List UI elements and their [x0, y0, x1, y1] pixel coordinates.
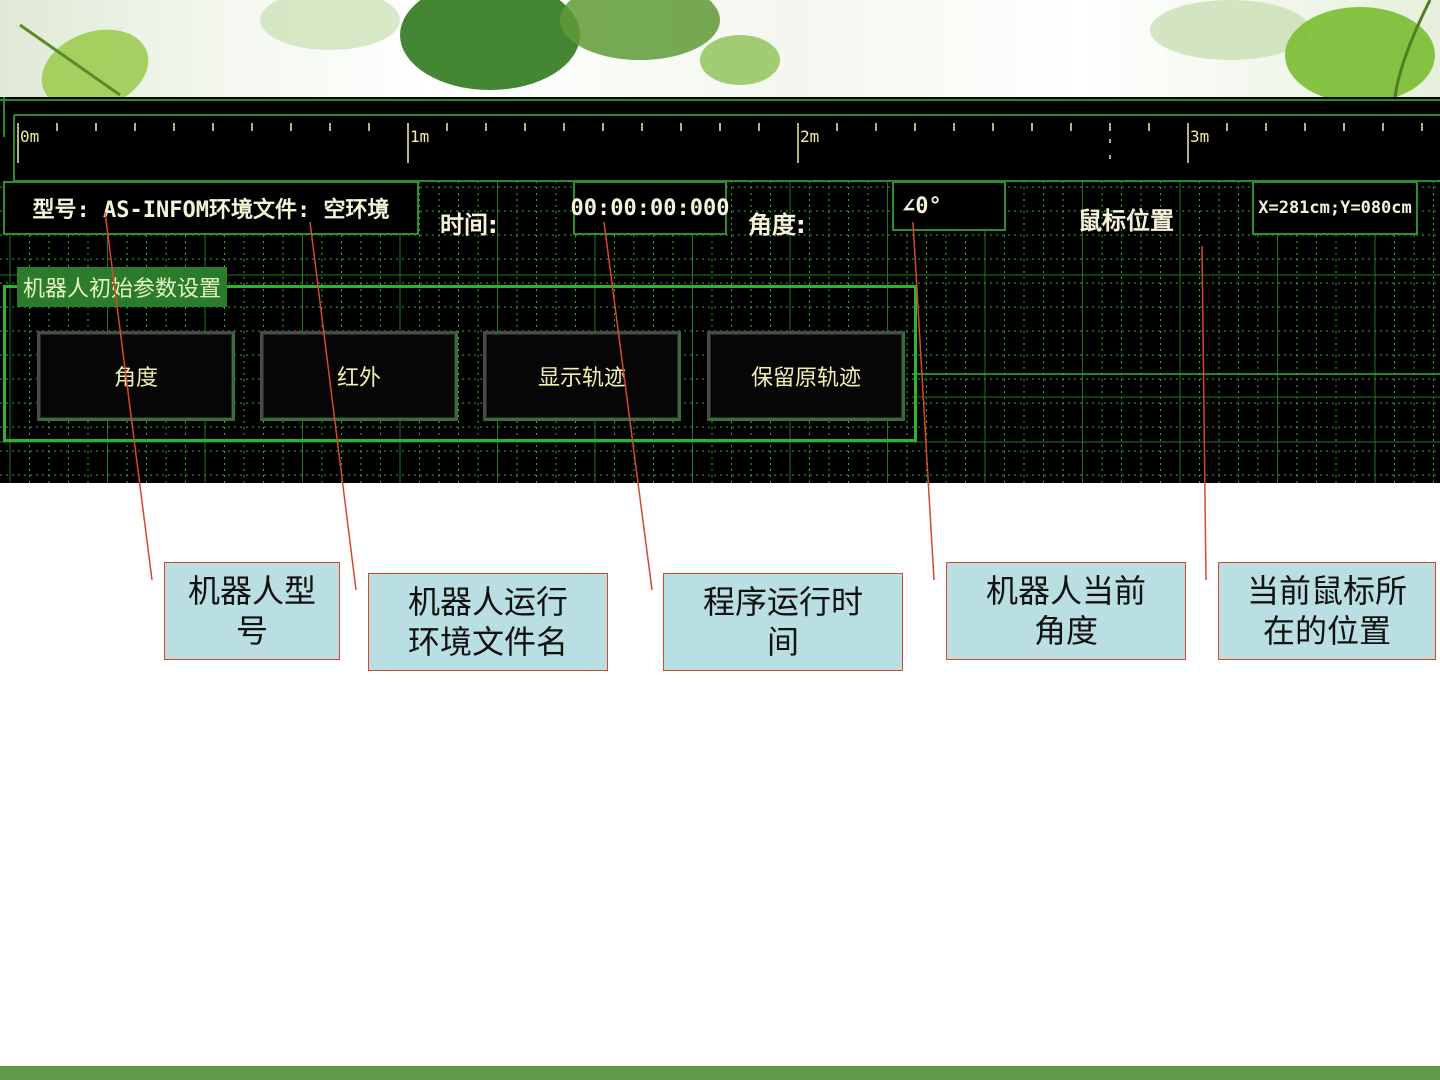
simulator-screen: 0m 1m 2m 3m 型号: AS-INFOM环境文件: 空环境 时间: 00… [0, 97, 1440, 483]
callout-text: 机器人当前 [985, 572, 1146, 610]
show-trajectory-button[interactable]: 显示轨迹 [483, 331, 681, 421]
callout-text: 机器人运行 [407, 583, 568, 621]
callout-text: 环境文件名 [407, 623, 568, 661]
callout-run-time: 程序运行时间 [663, 573, 903, 671]
mouse-position-display: X=281cm;Y=080cm [1252, 181, 1418, 235]
time-display: 00:00:00:000 [571, 181, 729, 235]
callout-environment-file: 机器人运行 环境文件名 [368, 573, 608, 671]
angle-label: 角度: [748, 211, 806, 239]
callout-text: 机器人型 [187, 572, 316, 610]
angle-button[interactable]: 角度 [37, 331, 235, 421]
footer-bar [0, 1066, 1440, 1080]
ruler-label-0: 0m [20, 127, 40, 146]
time-label: 时间: [440, 211, 498, 239]
callout-mouse-position: 当前鼠标所 在的位置 [1218, 562, 1436, 660]
callout-current-angle: 机器人当前 角度 [946, 562, 1186, 660]
callout-text: 号 [235, 612, 268, 650]
leaves-decoration [19, 0, 1435, 97]
angle-display: ∠0° [892, 181, 1006, 231]
callout-text: 程序运行时 [702, 583, 863, 621]
callout-text: 当前鼠标所 [1246, 572, 1407, 610]
keep-trajectory-button[interactable]: 保留原轨迹 [707, 331, 905, 421]
callout-text: 间 [766, 623, 799, 661]
model-file-display: 型号: AS-INFOM环境文件: 空环境 [3, 181, 419, 235]
callout-robot-model: 机器人型号 [164, 562, 340, 660]
mouse-position-label: 鼠标位置 [1078, 207, 1174, 235]
ruler-label-2: 2m [800, 127, 820, 146]
init-params-title: 机器人初始参数设置 [17, 267, 228, 307]
callout-text: 角度 [1033, 612, 1098, 650]
header-banner [0, 0, 1440, 97]
callout-text: 在的位置 [1262, 612, 1391, 650]
infrared-button[interactable]: 红外 [260, 331, 458, 421]
ruler-label-1: 1m [410, 127, 430, 146]
ruler-label-3: 3m [1190, 127, 1210, 146]
